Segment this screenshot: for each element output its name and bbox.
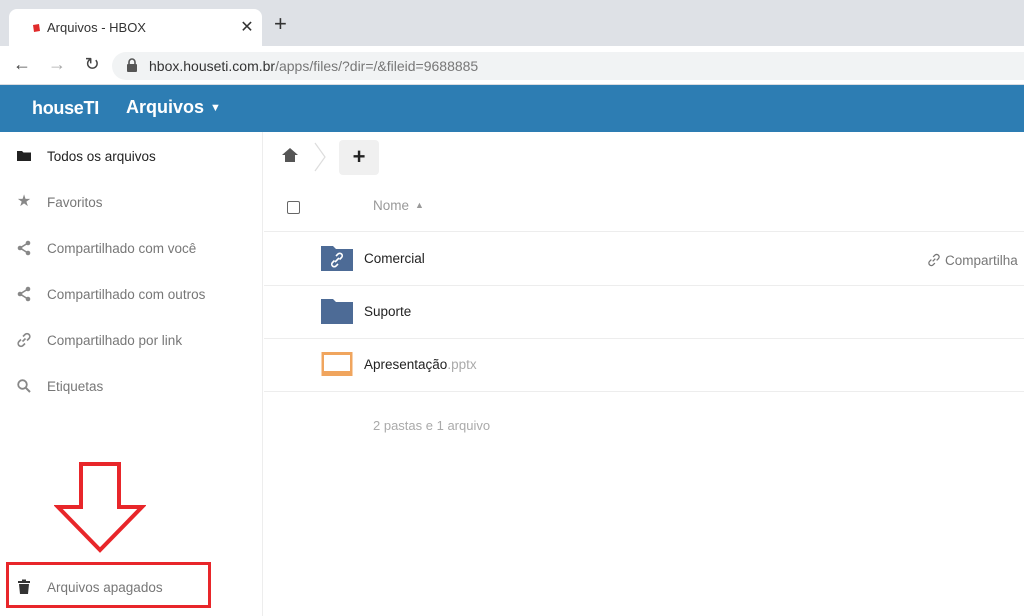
lock-icon [127, 58, 137, 72]
sidebar-item-label: Todos os arquivos [47, 149, 156, 164]
file-row-suporte[interactable]: Suporte [264, 286, 1024, 339]
sort-asc-icon: ▲ [415, 200, 424, 210]
address-bar[interactable]: hbox.houseti.com.br/apps/files/?dir=/&fi… [112, 52, 1024, 80]
browser-tab[interactable]: Arquivos - HBOX ✕ [9, 9, 262, 46]
shared-folder-icon [321, 246, 353, 271]
sidebar-item-label: Compartilhado com você [47, 241, 197, 256]
home-icon[interactable] [282, 148, 298, 162]
reload-icon[interactable]: ↻ [80, 54, 104, 75]
file-name[interactable]: Apresentação.pptx [364, 357, 477, 372]
sidebar-item-shared-with-you[interactable]: Compartilhado com você [0, 226, 263, 270]
file-list-header: Nome ▲ [264, 182, 1024, 232]
annotation-highlight-box [6, 562, 211, 608]
sidebar: Todos os arquivos ★ Favoritos Compartilh… [0, 132, 263, 616]
link-icon [17, 332, 31, 348]
sidebar-item-label: Etiquetas [47, 379, 104, 394]
new-tab-button[interactable]: + [274, 13, 287, 35]
url-text: hbox.houseti.com.br/apps/files/?dir=/&fi… [149, 58, 479, 74]
browser-toolbar: ← → ↻ hbox.houseti.com.br/apps/files/?di… [0, 46, 1024, 85]
sidebar-item-label: Compartilhado com outros [47, 287, 206, 302]
share-icon [17, 286, 31, 302]
sidebar-item-tags[interactable]: Etiquetas [0, 364, 263, 408]
search-icon [17, 379, 31, 393]
sidebar-item-shared-with-others[interactable]: Compartilhado com outros [0, 272, 263, 316]
column-name-header[interactable]: Nome ▲ [373, 198, 424, 213]
link-icon [928, 253, 940, 267]
file-name[interactable]: Suporte [364, 304, 411, 319]
file-row-apresentacao[interactable]: Apresentação.pptx [264, 339, 1024, 392]
sidebar-item-label: Compartilhado por link [47, 333, 183, 348]
file-count-summary: 2 pastas e 1 arquivo [373, 418, 491, 433]
sidebar-item-label: Favoritos [47, 195, 103, 210]
app-header: houseTI Arquivos ▼ [0, 85, 1024, 132]
sidebar-item-all-files[interactable]: Todos os arquivos [0, 134, 263, 178]
share-status[interactable]: Compartilha [927, 251, 1018, 268]
brand-logo[interactable]: houseTI [32, 98, 99, 119]
file-list-area: + Nome ▲ Comercial Compartilha Suporte A… [264, 132, 1024, 616]
annotation-arrow [54, 462, 146, 553]
forward-icon[interactable]: → [45, 54, 69, 75]
presentation-file-icon [321, 352, 353, 376]
sidebar-item-favorites[interactable]: ★ Favoritos [0, 180, 263, 224]
add-new-button[interactable]: + [339, 140, 379, 175]
back-icon[interactable]: ← [10, 54, 34, 75]
sidebar-item-shared-by-link[interactable]: Compartilhado por link [0, 318, 263, 362]
file-row-comercial[interactable]: Comercial Compartilha [264, 233, 1024, 286]
breadcrumb: + [264, 132, 1024, 182]
favicon-icon [33, 24, 40, 32]
file-name[interactable]: Comercial [364, 251, 425, 266]
breadcrumb-separator-icon [314, 142, 326, 172]
app-menu[interactable]: Arquivos ▼ [126, 97, 221, 118]
tab-close-icon[interactable]: ✕ [238, 17, 256, 37]
share-icon [17, 240, 31, 256]
select-all-checkbox[interactable] [287, 201, 300, 214]
browser-tabstrip: Arquivos - HBOX ✕ + [0, 0, 1024, 46]
caret-down-icon: ▼ [210, 102, 221, 114]
folder-icon [321, 299, 353, 324]
folder-icon [17, 151, 31, 161]
tab-title: Arquivos - HBOX [47, 20, 146, 35]
star-icon: ★ [16, 193, 32, 210]
